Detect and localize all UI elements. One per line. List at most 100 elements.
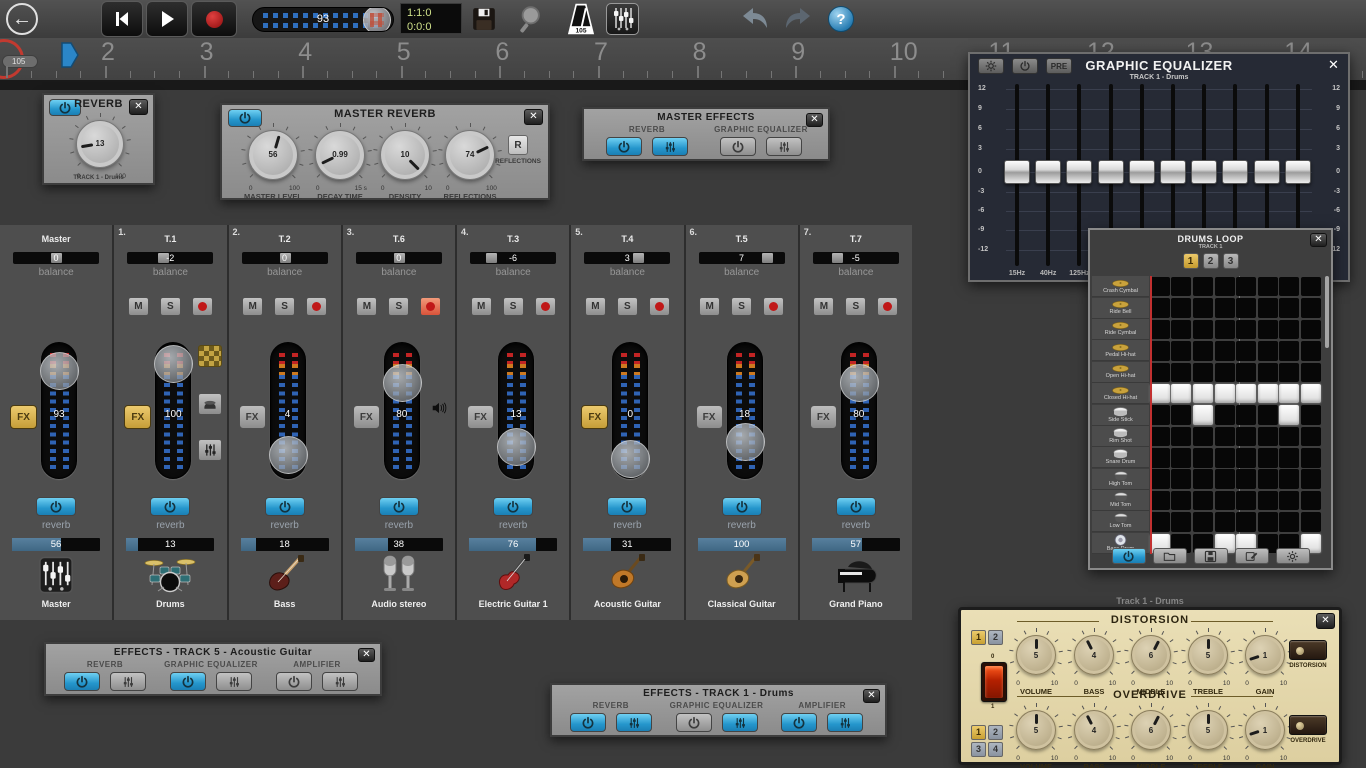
eq-band-slider[interactable] — [1035, 160, 1061, 184]
eq-band-slider[interactable] — [1285, 160, 1311, 184]
solo-button[interactable]: S — [617, 297, 638, 316]
effect-power-button[interactable] — [170, 672, 206, 691]
drums-scrollbar[interactable] — [1325, 276, 1329, 348]
channel-reverb-power-button[interactable] — [150, 497, 190, 516]
drum-step-cell[interactable] — [1301, 448, 1321, 468]
reverb-amount-bar[interactable]: 76 — [469, 538, 557, 551]
mute-button[interactable]: M — [242, 297, 263, 316]
play-button[interactable] — [146, 1, 188, 37]
eq-band-slider[interactable] — [1098, 160, 1124, 184]
balance-slider[interactable]: 0 — [242, 252, 328, 264]
amp-channel-button-2[interactable]: 2 — [988, 725, 1003, 740]
close-icon[interactable]: ✕ — [1324, 58, 1343, 74]
drum-step-cell[interactable] — [1236, 277, 1256, 297]
channel-reverb-power-button[interactable] — [722, 497, 762, 516]
drum-step-cell[interactable] — [1258, 320, 1278, 340]
fx-button[interactable]: FX — [353, 405, 380, 429]
back-button[interactable]: ← — [6, 3, 38, 35]
effect-power-button[interactable] — [676, 713, 712, 732]
drums-open-button[interactable] — [1153, 548, 1187, 564]
eq-band-slider[interactable] — [1129, 160, 1155, 184]
drum-step-cell[interactable] — [1236, 512, 1256, 532]
solo-button[interactable]: S — [274, 297, 295, 316]
drum-step-cell[interactable] — [1215, 469, 1235, 489]
fx-button[interactable]: FX — [10, 405, 37, 429]
drums-edit-button[interactable] — [1235, 548, 1269, 564]
record-arm-button[interactable] — [420, 297, 441, 316]
undo-button[interactable] — [733, 5, 775, 33]
drum-step-cell[interactable] — [1171, 277, 1191, 297]
reverb-amount-bar[interactable]: 31 — [583, 538, 671, 551]
volume-fader[interactable]: 100 — [155, 342, 191, 479]
mute-button[interactable]: M — [813, 297, 834, 316]
drum-step-cell[interactable] — [1258, 341, 1278, 361]
drum-step-cell[interactable] — [1150, 491, 1170, 511]
balance-slider[interactable]: 0 — [13, 252, 99, 264]
eq-band-slider[interactable] — [1066, 160, 1092, 184]
drum-step-cell[interactable] — [1301, 298, 1321, 318]
fx-button[interactable]: FX — [696, 405, 723, 429]
help-button[interactable]: ? — [828, 6, 854, 32]
reverb-amount-bar[interactable]: 57 — [812, 538, 900, 551]
drum-step-cell[interactable] — [1171, 320, 1191, 340]
effect-edit-button[interactable] — [616, 713, 652, 732]
balance-slider[interactable]: -2 — [127, 252, 213, 264]
drum-step-cell[interactable] — [1193, 341, 1213, 361]
drum-step-cell[interactable] — [1279, 384, 1299, 404]
master-reverb-knob-density[interactable]: 10010DENSITY — [377, 127, 433, 183]
effect-edit-button[interactable] — [322, 672, 358, 691]
effect-edit-button[interactable] — [216, 672, 252, 691]
reverb-amount-bar[interactable]: 13 — [126, 538, 214, 551]
drum-step-cell[interactable] — [1279, 277, 1299, 297]
eq-band-slider[interactable] — [1004, 160, 1030, 184]
metronome-button[interactable]: 105 — [560, 2, 602, 36]
monitor-speaker-icon[interactable] — [427, 397, 451, 419]
drum-step-cell[interactable] — [1150, 341, 1170, 361]
channel-reverb-power-button[interactable] — [379, 497, 419, 516]
drum-step-cell[interactable] — [1301, 491, 1321, 511]
volume-fader[interactable]: 80 — [841, 342, 877, 479]
drum-step-cell[interactable] — [1171, 491, 1191, 511]
drums-power-button[interactable] — [1112, 548, 1146, 564]
amp-overdrive-knob-bass[interactable]: 4010BASS — [1071, 707, 1117, 753]
drum-step-cell[interactable] — [1193, 491, 1213, 511]
fx-button[interactable]: FX — [124, 405, 151, 429]
drums-page-button-1[interactable]: 1 — [1183, 253, 1199, 269]
drum-step-cell[interactable] — [1215, 427, 1235, 447]
drum-step-cell[interactable] — [1193, 298, 1213, 318]
drum-step-cell[interactable] — [1279, 491, 1299, 511]
amp-channel-button-4[interactable]: 4 — [988, 742, 1003, 757]
drum-step-cell[interactable] — [1279, 320, 1299, 340]
effect-edit-button[interactable] — [722, 713, 758, 732]
record-arm-button[interactable] — [535, 297, 556, 316]
reverb-amount-bar[interactable]: 56 — [12, 538, 100, 551]
drum-step-cell[interactable] — [1215, 341, 1235, 361]
drum-step-cell[interactable] — [1301, 384, 1321, 404]
master-volume-slider[interactable]: 93 — [252, 7, 394, 32]
drums-page-button-2[interactable]: 2 — [1203, 253, 1219, 269]
amp-overdrive-knob-gain[interactable]: 1010GAIN — [1242, 707, 1288, 753]
drum-step-cell[interactable] — [1171, 448, 1191, 468]
channel-reverb-power-button[interactable] — [607, 497, 647, 516]
drum-step-cell[interactable] — [1171, 427, 1191, 447]
reverb-amount-bar[interactable]: 38 — [355, 538, 443, 551]
drum-step-cell[interactable] — [1236, 320, 1256, 340]
record-arm-button[interactable] — [877, 297, 898, 316]
fader-handle[interactable] — [383, 364, 422, 402]
record-button[interactable] — [191, 1, 237, 37]
drum-step-cell[interactable] — [1171, 384, 1191, 404]
amp-channel-button-1[interactable]: 1 — [971, 630, 986, 645]
mute-button[interactable]: M — [585, 297, 606, 316]
instrument-icon-wrap[interactable] — [376, 553, 422, 597]
fader-handle[interactable] — [154, 345, 193, 383]
rewind-button[interactable] — [101, 1, 143, 37]
effect-power-button[interactable] — [606, 137, 642, 156]
effect-power-button[interactable] — [570, 713, 606, 732]
drum-step-cell[interactable] — [1236, 384, 1256, 404]
channel-reverb-power-button[interactable] — [493, 497, 533, 516]
effect-power-button[interactable] — [781, 713, 817, 732]
close-icon[interactable]: ✕ — [1310, 233, 1327, 247]
drum-step-cell[interactable] — [1258, 384, 1278, 404]
drum-step-cell[interactable] — [1236, 405, 1256, 425]
balance-slider[interactable]: 7 — [699, 252, 785, 264]
